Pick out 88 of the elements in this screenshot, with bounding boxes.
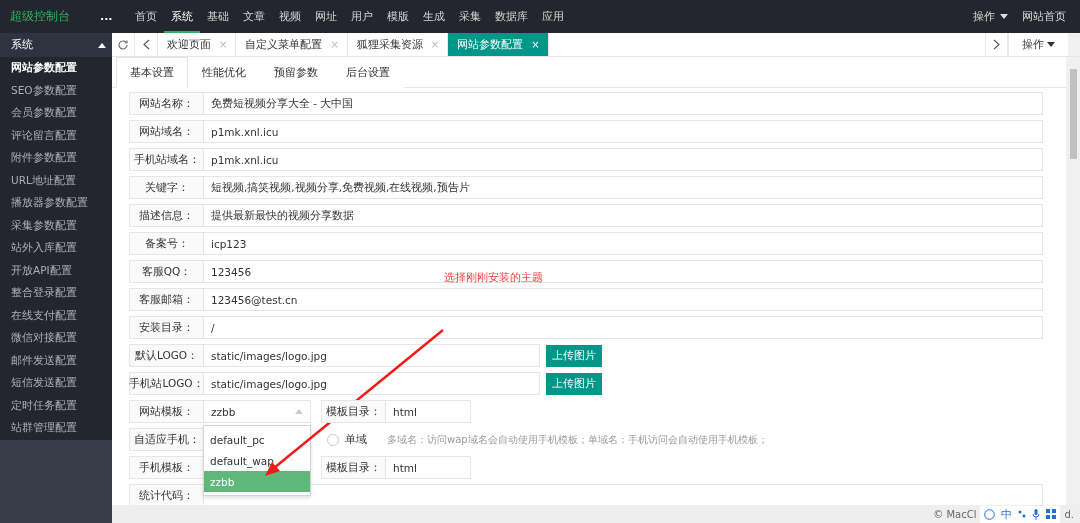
text-field[interactable]: static/images/logo.jpg (203, 372, 540, 395)
field-label: 默认LOGO： (129, 344, 203, 367)
microphone-icon[interactable] (1032, 508, 1041, 520)
ime-language[interactable]: 中 (1001, 506, 1013, 522)
page-tab[interactable]: 网站参数配置 × (448, 33, 549, 56)
field-label: 手机站LOGO： (129, 372, 203, 395)
select-field[interactable]: zzbb (203, 400, 311, 423)
caret-icon (98, 42, 106, 48)
footer-text: d. (1064, 508, 1074, 520)
text-field[interactable]: html (385, 456, 471, 479)
sidebar-item[interactable]: 整合登录配置 (0, 282, 112, 305)
caret-icon (1000, 14, 1008, 19)
close-icon[interactable]: × (531, 39, 540, 50)
annotation-text: 选择刚刚安装的主题 (444, 270, 543, 285)
dropdown-option[interactable]: default_pc (204, 429, 310, 450)
nav-tab[interactable]: 应用 (535, 0, 571, 33)
upload-button[interactable]: 上传图片 (546, 372, 602, 395)
sidebar-item[interactable]: 开放API配置 (0, 259, 112, 282)
text-field[interactable]: 提供最新最快的视频分享数据 (203, 204, 1043, 227)
field-label: 手机站域名： (129, 148, 203, 171)
field-label: 描述信息： (129, 204, 203, 227)
app-logo[interactable]: 超级控制台 (0, 8, 100, 25)
field-label: 安装目录： (129, 316, 203, 339)
text-field[interactable]: p1mk.xnl.icu (203, 120, 1043, 143)
nav-tab[interactable]: 采集 (452, 0, 488, 33)
field-label: 网站名称： (129, 92, 203, 115)
sidebar-item[interactable]: SEO参数配置 (0, 79, 112, 102)
nav-tab[interactable]: 文章 (236, 0, 272, 33)
radio-option[interactable]: 单域 (327, 432, 367, 447)
text-field[interactable]: 123456@test.cn (203, 288, 1043, 311)
sidebar-item[interactable]: 邮件发送配置 (0, 349, 112, 372)
upload-button[interactable]: 上传图片 (546, 344, 602, 367)
scrollbar[interactable] (1066, 57, 1080, 505)
settings-tab[interactable]: 基本设置 (116, 57, 188, 88)
sidebar-item[interactable]: 评论留言配置 (0, 124, 112, 147)
text-field[interactable]: icp123 (203, 232, 1043, 255)
nav-tab[interactable]: 数据库 (488, 0, 535, 33)
more-button[interactable]: ... (100, 10, 128, 23)
nav-tab[interactable]: 模版 (380, 0, 416, 33)
nav-tab[interactable]: 首页 (128, 0, 164, 33)
nav-tab[interactable]: 基础 (200, 0, 236, 33)
sidebar-item[interactable]: 采集参数配置 (0, 214, 112, 237)
field-label: 备案号： (129, 232, 203, 255)
caret-icon (295, 409, 303, 414)
sidebar-item[interactable]: 微信对接配置 (0, 327, 112, 350)
text-field[interactable]: p1mk.xnl.icu (203, 148, 1043, 171)
nav-tab[interactable]: 视频 (272, 0, 308, 33)
text-field[interactable]: 短视频,搞笑视频,视频分享,免费视频,在线视频,预告片 (203, 176, 1043, 199)
sidebar-item[interactable]: 网站参数配置 (0, 57, 112, 80)
field-label: 关键字： (129, 176, 203, 199)
copyright-text: © MacCl (933, 508, 977, 520)
field-label: 客服QQ： (129, 260, 203, 283)
sidebar-item[interactable]: URL地址配置 (0, 169, 112, 192)
actions-menu[interactable]: 操作 (973, 9, 1008, 24)
field-label: 模板目录： (321, 456, 385, 479)
sidebar-item[interactable]: 站群管理配置 (0, 417, 112, 440)
caret-icon (1047, 42, 1055, 47)
nav-tab[interactable]: 生成 (416, 0, 452, 33)
hint-text: 多域名：访问wap域名会自动使用手机模板；单域名：手机访问会自动使用手机模板； (387, 432, 768, 447)
sidebar-item[interactable]: 站外入库配置 (0, 237, 112, 260)
home-link[interactable]: 网站首页 (1022, 9, 1066, 24)
grid-icon[interactable] (1046, 509, 1057, 519)
text-field[interactable]: html (385, 400, 471, 423)
field-label: 手机模板： (129, 456, 203, 479)
text-field[interactable]: 免费短视频分享大全 - 大中国 (203, 92, 1043, 115)
text-field[interactable]: static/images/logo.jpg (203, 344, 540, 367)
sidebar-item[interactable]: 播放器参数配置 (0, 192, 112, 215)
nav-tab[interactable]: 用户 (344, 0, 380, 33)
smiley-icon (984, 508, 996, 520)
field-label: 自适应手机： (129, 428, 203, 451)
sidebar-item[interactable]: 定时任务配置 (0, 394, 112, 417)
field-label: 客服邮箱： (129, 288, 203, 311)
sidebar-item[interactable]: 会员参数配置 (0, 102, 112, 125)
field-label: 统计代码： (129, 484, 203, 505)
sidebar-header[interactable]: 系统 (0, 33, 112, 57)
field-label: 模板目录： (321, 400, 385, 423)
textarea-field[interactable] (203, 484, 1043, 505)
field-label: 网站模板： (129, 400, 203, 423)
nav-tab[interactable]: 网址 (308, 0, 344, 33)
sidebar-item[interactable]: 附件参数配置 (0, 147, 112, 170)
text-field[interactable]: / (203, 316, 1043, 339)
chevron-right-icon[interactable] (985, 33, 1008, 56)
dropdown-option[interactable]: default_wap (204, 450, 310, 471)
punctuation-icon[interactable] (1018, 509, 1027, 519)
ime-toolbar[interactable]: 中 (980, 505, 1061, 523)
field-label: 网站域名： (129, 120, 203, 143)
sidebar-item[interactable]: 在线支付配置 (0, 304, 112, 327)
sidebar-item[interactable]: 短信发送配置 (0, 372, 112, 395)
